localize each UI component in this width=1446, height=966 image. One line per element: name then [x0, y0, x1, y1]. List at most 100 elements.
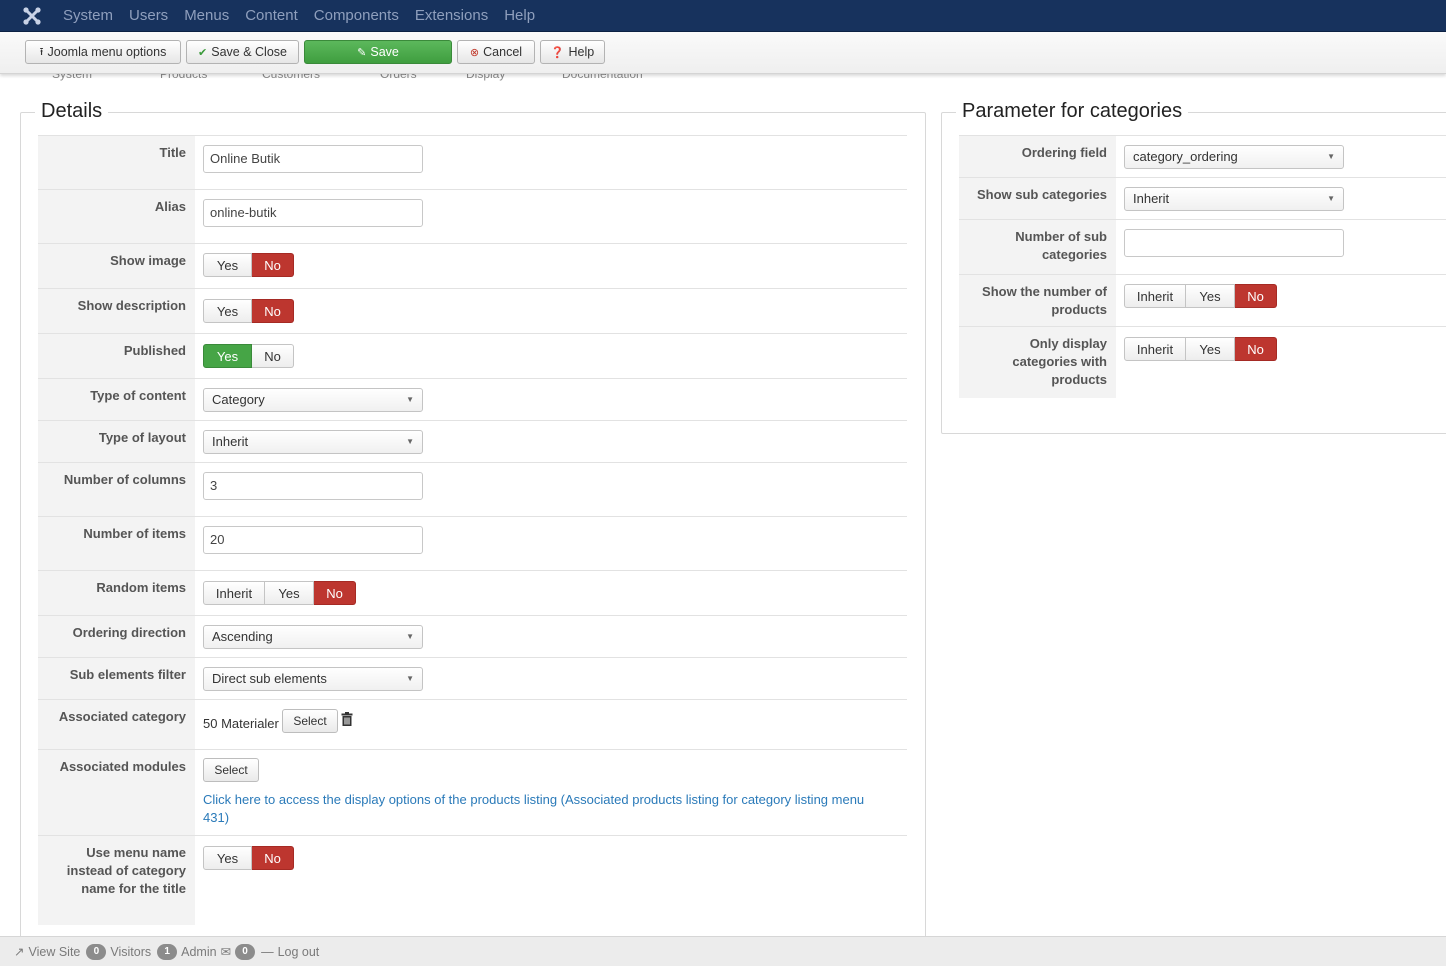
show-image-no[interactable]: No [252, 253, 294, 277]
show-sub-categories-label: Show sub categories [959, 178, 1116, 219]
status-bar: ↗ View Site 0 Visitors 1 Admin ✉ 0 — Log… [0, 936, 1446, 966]
upload-icon: ⭱ [39, 45, 44, 58]
save-button[interactable]: ✎ Save [304, 40, 452, 64]
row-show-image: Show image Yes No [38, 243, 907, 288]
row-number-of-items: Number of items 20 [38, 516, 907, 570]
associated-modules-select-button[interactable]: Select [203, 758, 259, 782]
random-items-inherit[interactable]: Inherit [203, 581, 265, 605]
show-number-of-products-yes[interactable]: Yes [1186, 284, 1235, 308]
envelope-icon[interactable]: ✉ [221, 944, 231, 959]
only-display-categories-no[interactable]: No [1235, 337, 1277, 361]
visitors-badge: 0 [86, 943, 107, 960]
edit-icon: ✎ [357, 46, 367, 59]
cancel-icon: ⊗ [469, 46, 480, 59]
joomla-menu-options-button[interactable]: ⭱ Joomla menu options [25, 40, 181, 64]
show-description-yes[interactable]: Yes [203, 299, 252, 323]
number-of-items-label: Number of items [38, 517, 195, 570]
associated-category-select-button[interactable]: Select [282, 709, 338, 733]
row-type-of-layout: Type of layout Inherit ▼ [38, 420, 907, 462]
show-number-of-products-inherit[interactable]: Inherit [1124, 284, 1186, 308]
only-display-categories-inherit[interactable]: Inherit [1124, 337, 1186, 361]
show-number-of-products-label: Show the number of products [959, 275, 1116, 326]
row-associated-modules: Associated modules Select Click here to … [38, 749, 907, 835]
ordering-field-value: category_ordering [1133, 149, 1238, 164]
joomla-menu-options-label: Joomla menu options [47, 45, 167, 59]
details-legend: Details [35, 100, 109, 123]
nav-menus[interactable]: Menus [176, 0, 237, 32]
joomla-logo-icon[interactable] [13, 0, 51, 32]
title-label: Title [38, 136, 195, 189]
nav-help[interactable]: Help [496, 0, 543, 32]
only-display-categories-yes[interactable]: Yes [1186, 337, 1235, 361]
save-label: Save [370, 45, 399, 59]
row-number-of-sub-categories: Number of sub categories [959, 219, 1446, 274]
associated-modules-label: Associated modules [38, 750, 195, 835]
row-ordering-direction: Ordering direction Ascending ▼ [38, 615, 907, 657]
type-of-layout-label: Type of layout [38, 421, 195, 462]
title-input[interactable]: Online Butik [203, 145, 423, 173]
dropdown-caret-icon: ▼ [1327, 194, 1335, 203]
number-of-columns-input[interactable]: 3 [203, 472, 423, 500]
external-link-icon: ↗ [14, 945, 25, 959]
nav-system[interactable]: System [55, 0, 121, 32]
number-of-sub-categories-label: Number of sub categories [959, 220, 1116, 274]
nav-components[interactable]: Components [306, 0, 407, 32]
visitors-label: Visitors [110, 944, 152, 959]
messages-badge: 0 [235, 943, 256, 960]
ordering-field-label: Ordering field [959, 136, 1116, 177]
random-items-no[interactable]: No [314, 581, 356, 605]
use-menu-name-no[interactable]: No [252, 846, 294, 870]
nav-content[interactable]: Content [237, 0, 306, 32]
cancel-button[interactable]: ⊗ Cancel [457, 40, 535, 64]
row-show-number-of-products: Show the number of products Inherit Yes … [959, 274, 1446, 326]
random-items-label: Random items [38, 571, 195, 615]
nav-extensions[interactable]: Extensions [407, 0, 496, 32]
admin-label: Admin [181, 944, 217, 959]
published-no[interactable]: No [252, 344, 294, 368]
nav-users[interactable]: Users [121, 0, 176, 32]
use-menu-name-label: Use menu name instead of category name f… [38, 836, 195, 925]
random-items-yes[interactable]: Yes [265, 581, 314, 605]
sub-elements-filter-select[interactable]: Direct sub elements ▼ [203, 667, 423, 691]
number-of-items-input[interactable]: 20 [203, 526, 423, 554]
help-button[interactable]: ❓ Help [540, 40, 605, 64]
top-navbar: System Users Menus Content Components Ex… [0, 0, 1446, 32]
type-of-layout-value: Inherit [212, 434, 249, 449]
alias-label: Alias [38, 190, 195, 243]
row-associated-category: Associated category 50 Materialer Select [38, 699, 907, 749]
display-options-link[interactable]: Click here to access the display options… [203, 791, 893, 827]
show-number-of-products-toggle: Inherit Yes No [1124, 284, 1277, 308]
show-description-label: Show description [38, 289, 195, 333]
dropdown-caret-icon: ▼ [406, 632, 414, 641]
sub-elements-filter-value: Direct sub elements [212, 671, 327, 686]
type-of-layout-select[interactable]: Inherit ▼ [203, 430, 423, 454]
use-menu-name-yes[interactable]: Yes [203, 846, 252, 870]
question-icon: ❓ [550, 46, 565, 59]
logout-link[interactable]: Log out [278, 945, 320, 959]
type-of-content-select[interactable]: Category ▼ [203, 388, 423, 412]
row-use-menu-name: Use menu name instead of category name f… [38, 835, 907, 925]
alias-input[interactable]: online-butik [203, 199, 423, 227]
number-of-columns-label: Number of columns [38, 463, 195, 516]
save-close-button[interactable]: ✔ Save & Close [186, 40, 299, 64]
row-show-sub-categories: Show sub categories Inherit ▼ [959, 177, 1446, 219]
show-image-toggle: Yes No [203, 253, 294, 277]
view-site-link[interactable]: View Site [28, 945, 80, 959]
type-of-content-value: Category [212, 392, 265, 407]
help-label: Help [568, 45, 595, 59]
number-of-sub-categories-input[interactable] [1124, 229, 1344, 257]
show-sub-categories-select[interactable]: Inherit ▼ [1124, 187, 1344, 211]
row-alias: Alias online-butik [38, 189, 907, 243]
trash-icon[interactable] [341, 712, 353, 729]
check-icon: ✔ [198, 46, 208, 59]
published-yes[interactable]: Yes [203, 344, 252, 368]
show-description-no[interactable]: No [252, 299, 294, 323]
ordering-field-select[interactable]: category_ordering ▼ [1124, 145, 1344, 169]
show-number-of-products-no[interactable]: No [1235, 284, 1277, 308]
save-close-label: Save & Close [211, 45, 287, 59]
ordering-direction-select[interactable]: Ascending ▼ [203, 625, 423, 649]
random-items-toggle: Inherit Yes No [203, 581, 356, 605]
show-image-yes[interactable]: Yes [203, 253, 252, 277]
row-type-of-content: Type of content Category ▼ [38, 378, 907, 420]
row-show-description: Show description Yes No [38, 288, 907, 333]
